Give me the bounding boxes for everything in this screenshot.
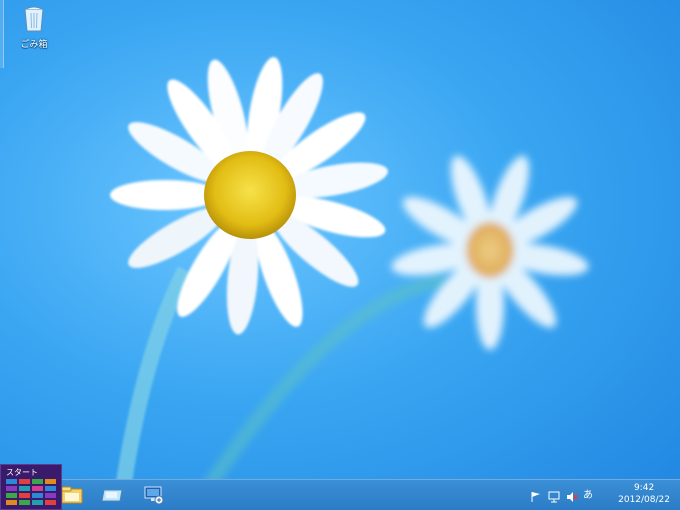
desktop[interactable]: ごみ箱 あ 9:42 2012/08/22 スタート [0, 0, 680, 510]
volume-muted-icon[interactable] [566, 488, 578, 502]
recycle-bin-icon [24, 6, 44, 32]
taskbar-clock[interactable]: 9:42 2012/08/22 [618, 482, 670, 506]
taskbar: あ 9:42 2012/08/22 [0, 479, 680, 510]
folder-window-icon [101, 489, 123, 502]
action-center-flag-icon[interactable] [530, 488, 542, 502]
file-explorer-icon [61, 486, 83, 504]
clock-time: 9:42 [633, 483, 655, 493]
ime-mode-indicator[interactable]: あ [583, 486, 593, 501]
start-tip-label: スタート [6, 468, 38, 477]
taskbar-folder-window-button[interactable] [96, 482, 128, 508]
wallpaper-daisy-image [110, 57, 589, 510]
remote-desktop-icon [144, 486, 164, 505]
recycle-bin-label: ごみ箱 [20, 40, 48, 50]
system-tray: あ 9:42 2012/08/22 [530, 480, 680, 510]
network-icon[interactable] [548, 488, 560, 503]
taskbar-remote-desktop-button[interactable] [138, 482, 170, 508]
start-screen-tiles-icon [6, 479, 56, 505]
desktop-selection-edge [0, 0, 4, 68]
recycle-bin-shortcut[interactable]: ごみ箱 [14, 4, 54, 50]
clock-date: 2012/08/22 [618, 495, 670, 505]
start-tip-thumbnail[interactable]: スタート [0, 464, 62, 510]
